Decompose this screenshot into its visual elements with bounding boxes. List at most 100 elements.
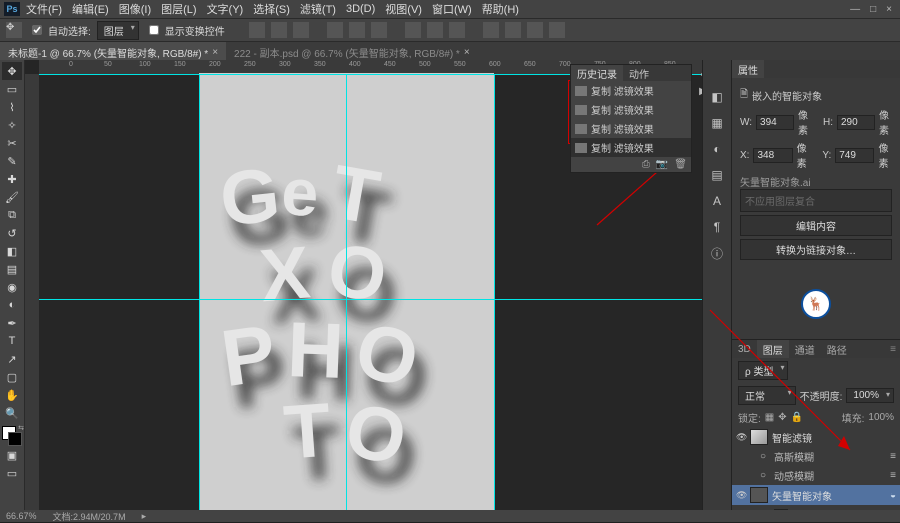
show-transform-checkbox[interactable]: 显示变换控件 — [145, 22, 225, 38]
panel-collapse-icon[interactable]: « — [700, 69, 702, 80]
properties-tab[interactable]: 属性 — [732, 60, 764, 78]
tab-close-icon[interactable]: × — [212, 47, 218, 58]
menu-layer[interactable]: 图层(L) — [161, 1, 196, 17]
layer-filter-dropdown[interactable]: ρ 类型 — [738, 361, 788, 380]
history-row[interactable]: 复制 滤镜效果 — [571, 119, 691, 138]
menu-3d[interactable]: 3D(D) — [346, 3, 375, 15]
blend-mode-dropdown[interactable]: 正常 — [738, 386, 796, 405]
brush-tool[interactable]: 🖌 — [2, 188, 22, 206]
align-left-icon[interactable] — [327, 22, 343, 38]
color-swatches[interactable]: ⇆ — [2, 426, 22, 446]
history-newdoc-icon[interactable]: 📷 — [656, 159, 668, 170]
tab-channels[interactable]: 通道 — [789, 340, 821, 358]
auto-select-target-dropdown[interactable]: 图层 — [97, 21, 139, 40]
history-tab[interactable]: 历史记录 — [571, 65, 623, 81]
canvas-area[interactable]: 050 100150 200250 300350 400450 500550 6… — [25, 60, 702, 510]
swatches-panel-icon[interactable]: ▦ — [708, 114, 726, 132]
ruler-vertical[interactable] — [25, 74, 40, 510]
marquee-tool[interactable]: ▭ — [2, 80, 22, 98]
auto-select-checkbox[interactable]: 自动选择: — [28, 22, 91, 38]
adjustments-panel-icon[interactable]: ◐ — [708, 140, 726, 158]
quickmask-toggle[interactable]: ▣ — [2, 446, 22, 464]
tab-close-icon[interactable]: × — [464, 47, 470, 58]
move-tool-icon[interactable]: ✥ — [6, 22, 22, 38]
panel-play-icon[interactable]: ▶ — [699, 86, 702, 97]
guide-vertical[interactable] — [494, 74, 495, 510]
history-brush-tool[interactable]: ↺ — [2, 224, 22, 242]
styles-panel-icon[interactable]: ▤ — [708, 166, 726, 184]
document-tab-active[interactable]: 未标题-1 @ 66.7% (矢量智能对象, RGB/8#) * × — [0, 42, 226, 62]
menu-text[interactable]: 文字(Y) — [207, 1, 244, 17]
menu-select[interactable]: 选择(S) — [253, 1, 290, 17]
lock-all-icon[interactable]: 🔒 — [791, 412, 803, 423]
screenmode-toggle[interactable]: ▭ — [2, 464, 22, 482]
eyedropper-tool[interactable]: ✎ — [2, 152, 22, 170]
crop-tool[interactable]: ✂ — [2, 134, 22, 152]
menu-file[interactable]: 文件(F) — [26, 1, 62, 17]
shape-tool[interactable]: ▢ — [2, 368, 22, 386]
align-top-icon[interactable] — [249, 22, 265, 38]
tab-layers[interactable]: 图层 — [757, 340, 789, 358]
actions-tab[interactable]: 动作 — [623, 65, 655, 81]
path-select-tool[interactable]: ↗ — [2, 350, 22, 368]
distribute-3-icon[interactable] — [449, 22, 465, 38]
move-tool[interactable]: ✥ — [2, 62, 22, 80]
text-tool[interactable]: T — [2, 332, 22, 350]
visibility-toggle[interactable]: 👁 — [736, 432, 746, 443]
color-panel-icon[interactable]: ◧ — [708, 88, 726, 106]
pen-tool[interactable]: ✒ — [2, 314, 22, 332]
window-minimize[interactable]: — — [850, 4, 860, 15]
distribute-h-icon[interactable] — [405, 22, 421, 38]
guide-vertical[interactable] — [346, 74, 347, 510]
opacity-input[interactable]: 100% — [846, 388, 894, 403]
visibility-toggle[interactable]: 👁 — [736, 490, 746, 501]
align-right-icon[interactable] — [371, 22, 387, 38]
menu-window[interactable]: 窗口(W) — [432, 1, 472, 17]
align-hcenter-icon[interactable] — [349, 22, 365, 38]
info-panel-icon[interactable]: ⓘ — [708, 244, 726, 262]
history-snapshot-icon[interactable]: ⎙ — [642, 159, 650, 170]
paragraph-panel-icon[interactable]: ¶ — [708, 218, 726, 236]
background-swatch[interactable] — [8, 432, 22, 446]
menu-filter[interactable]: 滤镜(T) — [300, 1, 336, 17]
wand-tool[interactable]: ✧ — [2, 116, 22, 134]
dodge-tool[interactable]: ◐ — [2, 296, 22, 314]
prop-x-input[interactable]: 348 — [753, 148, 792, 163]
filter-entry[interactable]: ○高斯模糊≡ — [732, 447, 900, 466]
align-vcenter-icon[interactable] — [271, 22, 287, 38]
tab-3d[interactable]: 3D — [732, 340, 757, 358]
lasso-tool[interactable]: ⌇ — [2, 98, 22, 116]
history-trash-icon[interactable]: 🗑 — [674, 159, 687, 170]
filter-entry[interactable]: ○动感模糊≡ — [732, 466, 900, 485]
blur-tool[interactable]: ◉ — [2, 278, 22, 296]
character-panel-icon[interactable]: A — [708, 192, 726, 210]
menu-help[interactable]: 帮助(H) — [482, 1, 519, 17]
doc-size-readout[interactable]: 文档:2.94M/20.7M — [53, 510, 126, 523]
prop-height-input[interactable]: 290 — [837, 115, 875, 130]
layers-list[interactable]: 👁 智能滤镜 ○高斯模糊≡ ○动感模糊≡ 👁 矢量智能对象 ◒ 👁智能滤镜 ○动… — [732, 427, 900, 510]
prop-y-input[interactable]: 749 — [835, 148, 874, 163]
menu-view[interactable]: 视图(V) — [385, 1, 422, 17]
fill-input[interactable]: 100% — [868, 412, 894, 423]
heal-tool[interactable]: ✚ — [2, 170, 22, 188]
layer-row-selected[interactable]: 👁 矢量智能对象 ◒ — [732, 485, 900, 505]
edit-contents-button[interactable]: 编辑内容 — [740, 215, 892, 236]
hand-tool[interactable]: ✋ — [2, 386, 22, 404]
history-row[interactable]: 复制 滤镜效果 — [571, 100, 691, 119]
menu-edit[interactable]: 编辑(E) — [72, 1, 109, 17]
prop-width-input[interactable]: 394 — [756, 115, 794, 130]
window-maximize[interactable]: □ — [870, 4, 876, 15]
lock-position-icon[interactable]: ✥ — [778, 412, 786, 423]
3d-zoom-icon[interactable] — [549, 22, 565, 38]
3d-pan-icon[interactable] — [527, 22, 543, 38]
layer-row[interactable]: 👁 智能滤镜 — [732, 427, 900, 447]
distribute-v-icon[interactable] — [427, 22, 443, 38]
history-panel[interactable]: 历史记录 动作 复制 滤镜效果 复制 滤镜效果 复制 滤镜效果 复制 滤镜效果 … — [570, 64, 692, 173]
3d-orbit-icon[interactable] — [505, 22, 521, 38]
window-close[interactable]: × — [886, 4, 892, 15]
stamp-tool[interactable]: ⧉ — [2, 206, 22, 224]
guide-horizontal[interactable] — [39, 299, 702, 300]
tab-paths[interactable]: 路径 — [821, 340, 853, 358]
menu-image[interactable]: 图像(I) — [119, 1, 151, 17]
convert-linked-button[interactable]: 转换为链接对象… — [740, 239, 892, 260]
